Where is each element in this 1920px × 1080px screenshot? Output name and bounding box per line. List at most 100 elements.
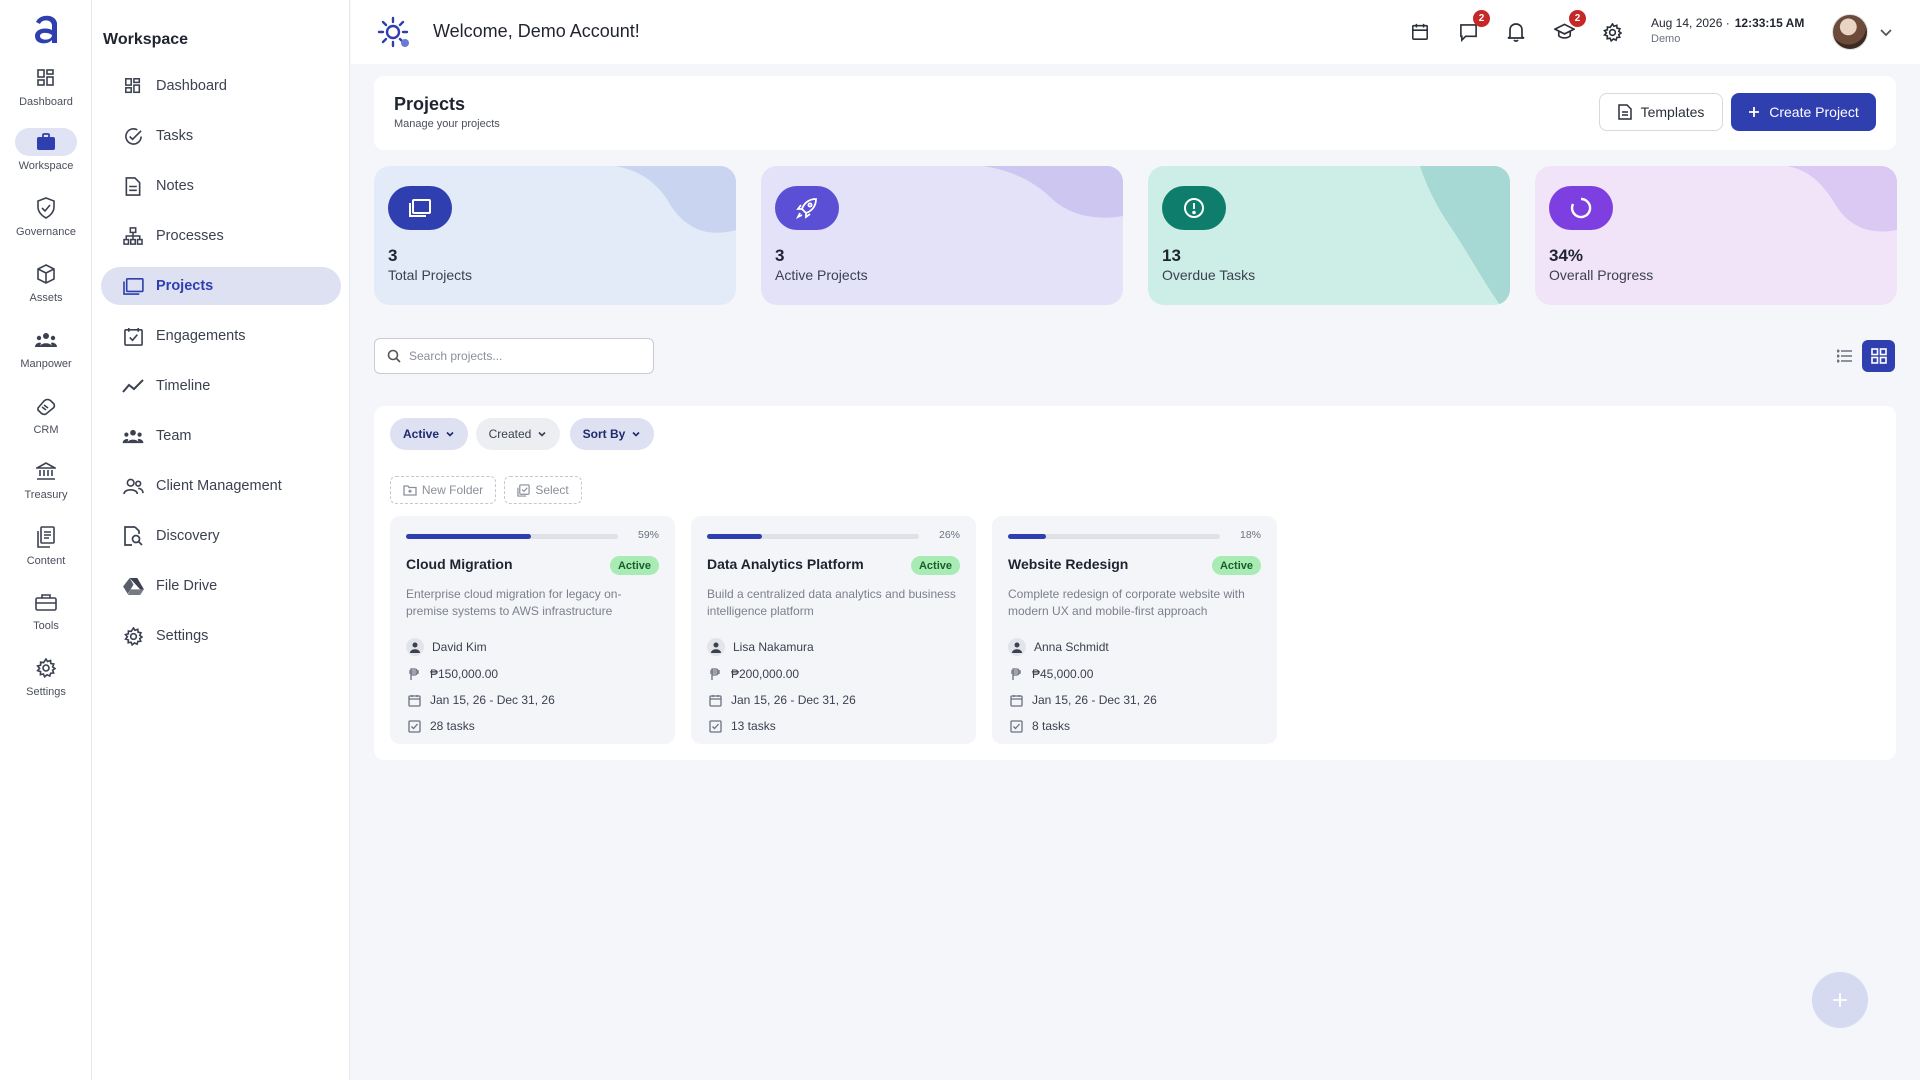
project-description: Enterprise cloud migration for legacy on… [406,587,622,618]
projects-header: Projects Manage your projects Templates … [374,76,1896,150]
training-badge: 2 [1569,10,1586,27]
progress-fill [1008,534,1047,539]
checkbox-icon [406,718,422,734]
list-view-toggle[interactable] [1832,341,1858,371]
document-icon [1617,104,1632,120]
sidebar-item-label: Engagements [156,328,246,344]
status-badge: Active [609,556,659,575]
project-description: Build a centralized data analytics and b… [707,587,956,618]
rail-item-crm[interactable]: CRM [0,392,92,452]
settings-button[interactable] [1600,20,1624,44]
project-dates: Jan 15, 26 - Dec 31, 26 [1032,693,1157,707]
chevron-down-icon [446,431,454,437]
progress-bar [707,534,919,539]
gear-icon [122,625,144,647]
plus-icon [1749,107,1760,117]
progress-percent: 59% [637,529,659,541]
chevron-down-icon[interactable] [1876,22,1896,42]
rail-item-content[interactable]: Content [0,523,92,583]
rail-item-governance[interactable]: Governance [0,194,92,254]
grid-icon [122,75,144,97]
rail-label: Workspace [18,160,74,172]
training-button[interactable]: 2 [1552,10,1586,44]
project-description: Complete redesign of corporate website w… [1008,587,1245,618]
rail-item-treasury[interactable]: Treasury [0,457,92,517]
project-card[interactable]: 18% Website Redesign Active Complete red… [992,516,1277,744]
select-button[interactable]: Select [504,476,582,504]
sort-by-chip[interactable]: Sort By [570,418,654,450]
sidebar-item-label: Projects [156,278,214,294]
chevron-down-icon [538,431,546,437]
alert-circle-icon [1162,186,1226,230]
rail-item-settings[interactable]: Settings [0,654,92,714]
sidebar-item-processes[interactable]: Processes [101,217,341,255]
drive-icon [122,575,144,597]
app-rail: Dashboard Workspace Governance Assets Ma… [0,0,92,1080]
calendar-icon [406,692,422,708]
rail-label: Tools [33,620,59,632]
rail-item-workspace[interactable]: Workspace [0,128,92,188]
project-name: Data Analytics Platform [707,556,864,572]
stat-card-total-projects: 3 Total Projects [374,166,736,305]
messages-button[interactable]: 2 [1456,10,1490,44]
created-filter-chip[interactable]: Created [476,418,560,450]
created-filter-label: Created [488,427,532,441]
brand-gear-icon[interactable] [375,15,411,49]
workspace-sidebar: Workspace Dashboard Tasks Notes Processe… [92,0,350,1080]
search-document-icon [122,525,144,547]
stat-label: Overdue Tasks [1162,267,1256,283]
progress-fill [406,534,532,539]
date-text: Aug 14, 2026 · [1651,16,1730,30]
sidebar-item-label: Timeline [156,378,211,394]
project-dates-row: Jan 15, 26 - Dec 31, 26 [406,691,555,709]
templates-button[interactable]: Templates [1599,93,1723,131]
peso-icon [707,666,723,682]
search-input[interactable] [409,349,629,363]
stat-label: Active Projects [775,267,868,283]
sidebar-nav: Dashboard Tasks Notes Processes Projects… [101,67,341,667]
avatar[interactable] [1832,14,1868,50]
create-project-button[interactable]: Create Project [1731,93,1876,131]
sidebar-item-client-management[interactable]: Client Management [101,467,341,505]
progress-fill [707,534,763,539]
project-budget: ₱45,000.00 [1032,667,1094,681]
bank-icon [15,457,77,485]
rail-item-tools[interactable]: Tools [0,588,92,648]
new-folder-button[interactable]: New Folder [390,476,496,504]
sidebar-title: Workspace [103,31,189,48]
sidebar-item-projects[interactable]: Projects [101,267,341,305]
rail-item-dashboard[interactable]: Dashboard [0,64,92,124]
project-tasks: 28 tasks [430,719,475,733]
status-filter-chip[interactable]: Active [390,418,468,450]
rail-item-manpower[interactable]: Manpower [0,326,92,386]
sidebar-item-dashboard[interactable]: Dashboard [101,67,341,105]
gear-icon [1602,22,1622,42]
rail-item-assets[interactable]: Assets [0,260,92,320]
calendar-button[interactable] [1408,20,1432,44]
grid-view-toggle[interactable] [1862,340,1895,372]
project-card[interactable]: 26% Data Analytics Platform Active Build… [691,516,976,744]
search-box [374,338,654,374]
floating-add-button[interactable] [1812,972,1868,1028]
page-subtitle: Manage your projects [394,118,500,130]
stat-value: 34% [1549,246,1584,265]
clients-icon [122,475,144,497]
app-logo-icon[interactable] [27,10,65,48]
sidebar-item-timeline[interactable]: Timeline [101,367,341,405]
top-header: Welcome, Demo Account! 2 2 Aug 14, 2026 … [351,0,1920,64]
sidebar-item-discovery[interactable]: Discovery [101,517,341,555]
sidebar-item-settings[interactable]: Settings [101,617,341,655]
documents-icon [15,523,77,551]
notifications-button[interactable] [1504,20,1528,44]
sidebar-item-team[interactable]: Team [101,417,341,455]
project-card[interactable]: 59% Cloud Migration Active Enterprise cl… [390,516,675,744]
sidebar-item-file-drive[interactable]: File Drive [101,567,341,605]
sidebar-item-notes[interactable]: Notes [101,167,341,205]
sidebar-item-tasks[interactable]: Tasks [101,117,341,155]
project-tasks-row: 28 tasks [406,717,475,735]
sidebar-item-label: Dashboard [156,78,227,94]
briefcase-icon [15,128,77,156]
sidebar-item-engagements[interactable]: Engagements [101,317,341,355]
time-text: 12:33:15 AM [1734,16,1805,30]
project-owner-row: Lisa Nakamura [707,638,814,656]
